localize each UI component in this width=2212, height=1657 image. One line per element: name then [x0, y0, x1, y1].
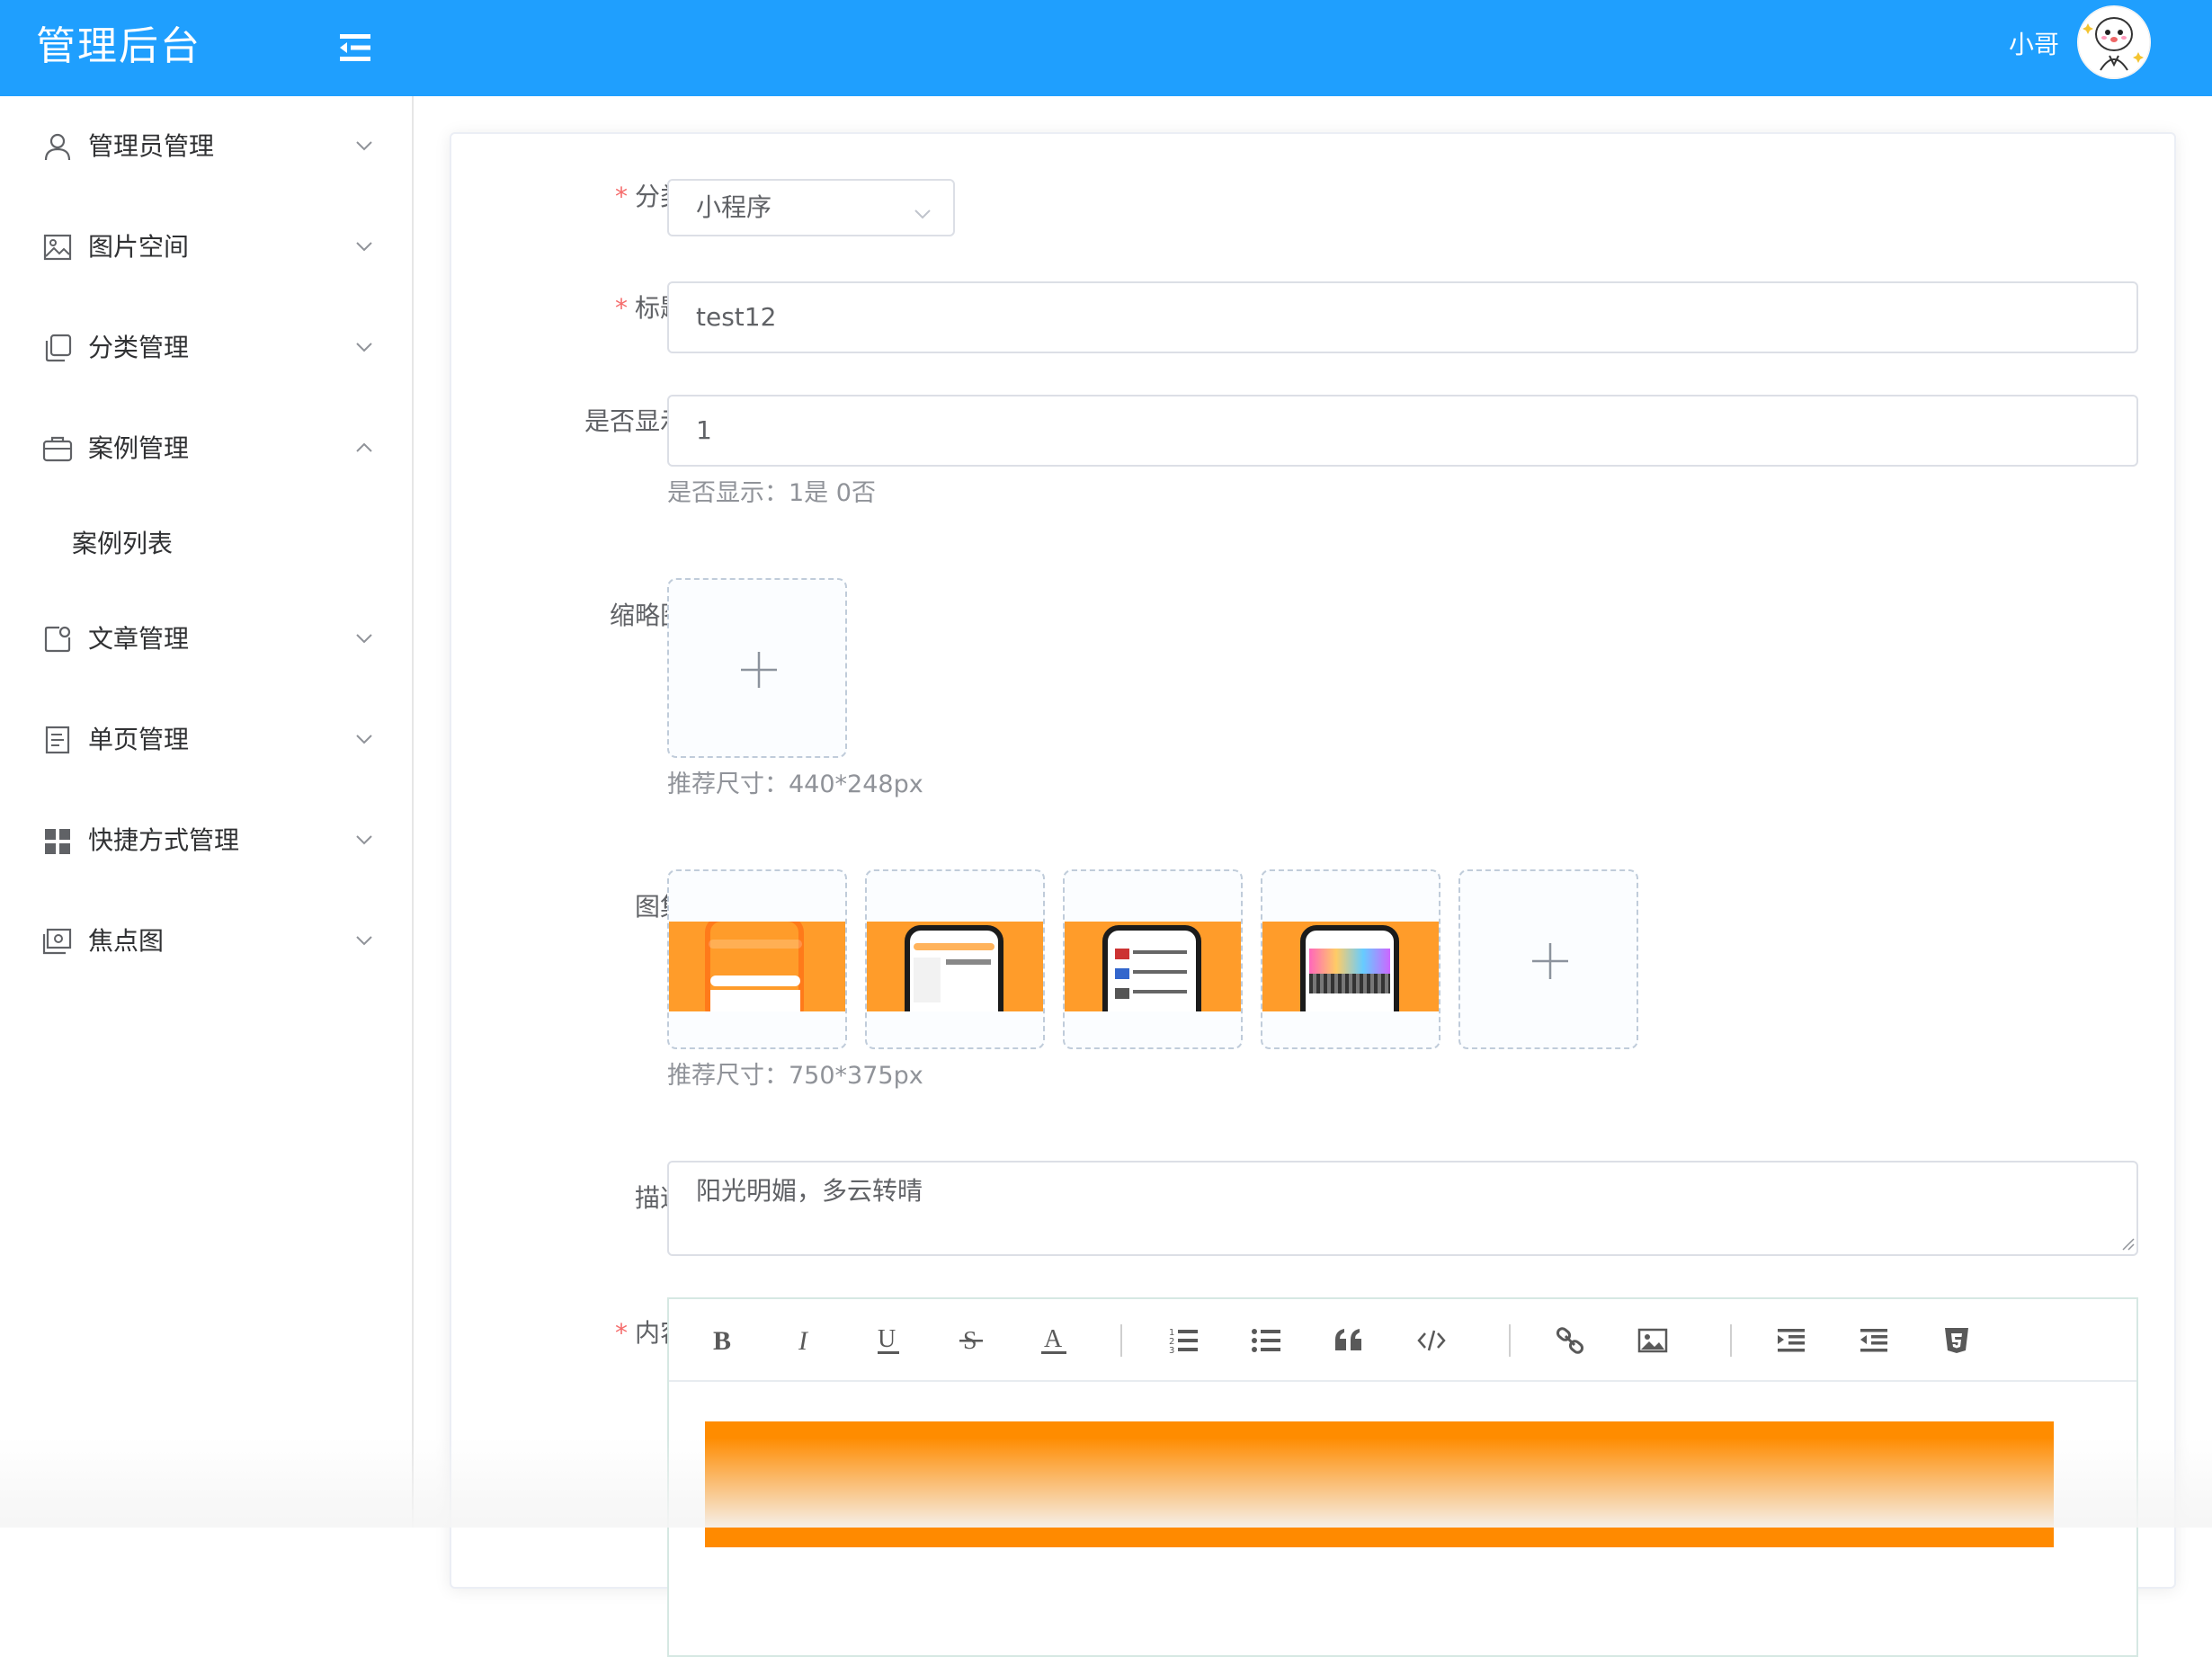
form-card: * 分类 小程序 * 标题 test12 是否显示 1 是否显示：1是 0否 缩略图…	[450, 132, 2176, 1657]
chevron-up-icon	[352, 436, 376, 459]
avatar[interactable]	[2077, 5, 2151, 79]
sidebar-item-label: 单页管理	[88, 725, 190, 754]
svg-text:U: U	[878, 1325, 896, 1353]
sidebar-item-image-space[interactable]: 图片空间	[0, 197, 412, 298]
sidebar-item-category[interactable]: 分类管理	[0, 298, 412, 398]
app-title: 管理后台	[36, 23, 201, 69]
title-label: * 标题	[614, 293, 685, 323]
image-icon	[41, 231, 74, 263]
outdent-icon[interactable]	[1854, 1321, 1894, 1360]
sidebar-item-admin[interactable]: 管理员管理	[0, 96, 412, 197]
quote-icon[interactable]	[1329, 1321, 1369, 1360]
gallery-hint: 推荐尺寸：750*375px	[667, 1062, 923, 1090]
gallery-thumbnail	[1065, 922, 1241, 1011]
user-name[interactable]: 小哥	[2009, 27, 2059, 63]
sidebar-item-label: 图片空间	[88, 232, 190, 262]
plus-icon	[1530, 941, 1570, 981]
grid-icon	[41, 824, 74, 857]
category-select-value: 小程序	[696, 192, 772, 222]
article-icon	[41, 623, 74, 655]
chevron-down-icon	[352, 828, 376, 851]
ordered-list-icon[interactable]: 123	[1164, 1321, 1203, 1360]
gallery-thumbnail	[669, 922, 845, 1011]
show-label: 是否显示	[584, 406, 685, 436]
sidebar-item-case-list[interactable]: 案例列表	[0, 499, 412, 589]
chevron-down-icon	[352, 235, 376, 258]
content-image	[705, 1421, 2054, 1547]
category-label: * 分类	[614, 182, 685, 211]
required-mark: *	[614, 182, 628, 211]
image-icon[interactable]	[1633, 1321, 1672, 1360]
sidebar-item-label: 快捷方式管理	[88, 825, 240, 855]
bold-icon[interactable]: B	[703, 1321, 743, 1360]
resize-handle-icon[interactable]	[2120, 1236, 2135, 1254]
sidebar-item-focus-image[interactable]: 焦点图	[0, 891, 412, 992]
chevron-down-icon	[352, 727, 376, 751]
plus-icon	[739, 650, 779, 690]
strikethrough-icon[interactable]: S	[951, 1321, 991, 1360]
html5-icon[interactable]	[1937, 1321, 1976, 1360]
chevron-down-icon	[352, 627, 376, 650]
chevron-down-icon	[912, 199, 933, 235]
sidebar-item-label: 案例管理	[88, 433, 190, 463]
show-input[interactable]: 1	[667, 395, 2138, 467]
gallery-image-3[interactable]	[1063, 869, 1243, 1049]
sidebar: 管理员管理 图片空间 分类管理 案例管理 案例列表 文章管理 单页管理 快捷方式…	[0, 96, 414, 1528]
font-color-icon[interactable]: A	[1034, 1321, 1074, 1360]
gallery-image-2[interactable]	[865, 869, 1045, 1049]
gallery-label: 图集	[634, 892, 685, 922]
copy-icon	[41, 332, 74, 364]
chevron-down-icon	[352, 929, 376, 952]
description-textarea[interactable]: 阳光明媚，多云转晴	[667, 1161, 2138, 1256]
gallery-image-1[interactable]	[667, 869, 847, 1049]
sidebar-item-case[interactable]: 案例管理	[0, 398, 412, 499]
thumbnail-upload-button[interactable]	[667, 578, 847, 758]
sidebar-item-article[interactable]: 文章管理	[0, 589, 412, 690]
sidebar-item-page[interactable]: 单页管理	[0, 690, 412, 790]
title-input[interactable]: test12	[667, 281, 2138, 353]
rich-text-editor: B I U S A 123	[667, 1297, 2138, 1657]
gallery-thumbnail	[867, 922, 1043, 1011]
sidebar-item-label: 焦点图	[88, 926, 165, 956]
code-icon[interactable]	[1412, 1321, 1451, 1360]
content-label: * 内容	[614, 1318, 685, 1348]
focus-image-icon	[41, 925, 74, 958]
italic-icon[interactable]: I	[786, 1321, 825, 1360]
sidebar-subitem-label: 案例列表	[72, 529, 174, 558]
gallery-thumbnail	[1262, 922, 1439, 1011]
chevron-down-icon	[352, 134, 376, 157]
category-select[interactable]: 小程序	[667, 179, 955, 236]
show-hint: 是否显示：1是 0否	[667, 479, 876, 507]
thumbnail-hint: 推荐尺寸：440*248px	[667, 771, 923, 798]
sidebar-item-label: 分类管理	[88, 333, 190, 362]
svg-text:3: 3	[1169, 1346, 1174, 1356]
briefcase-icon	[41, 432, 74, 465]
thumbnail-label: 缩略图	[609, 601, 685, 630]
link-icon[interactable]	[1550, 1321, 1590, 1360]
gallery-image-4[interactable]	[1261, 869, 1440, 1049]
sidebar-item-label: 管理员管理	[88, 131, 215, 161]
underline-icon[interactable]: U	[869, 1321, 908, 1360]
main-content: * 分类 小程序 * 标题 test12 是否显示 1 是否显示：1是 0否 缩略图…	[414, 96, 2212, 1657]
page-icon	[41, 724, 74, 756]
svg-text:B: B	[713, 1327, 731, 1354]
sidebar-item-shortcut[interactable]: 快捷方式管理	[0, 790, 412, 891]
chevron-down-icon	[352, 335, 376, 359]
top-bar: 管理后台 小哥	[0, 0, 2212, 96]
svg-text:I: I	[798, 1327, 809, 1354]
required-mark: *	[614, 1318, 628, 1348]
sidebar-item-label: 文章管理	[88, 624, 190, 654]
editor-toolbar: B I U S A 123	[669, 1299, 2136, 1382]
svg-text:A: A	[1044, 1325, 1063, 1353]
collapse-sidebar-icon[interactable]	[338, 32, 374, 63]
gallery-upload-button[interactable]	[1458, 869, 1638, 1049]
description-label: 描述	[634, 1183, 685, 1213]
unordered-list-icon[interactable]	[1246, 1321, 1286, 1360]
required-mark: *	[614, 293, 628, 323]
user-icon	[41, 130, 74, 163]
indent-icon[interactable]	[1771, 1321, 1811, 1360]
